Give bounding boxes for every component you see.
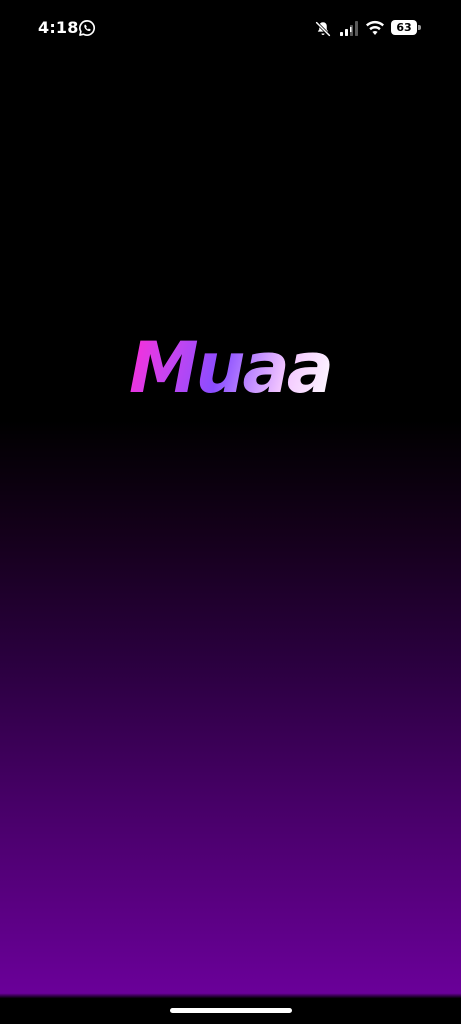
splash-screen: 4:18 63 Muaa [0, 0, 461, 1024]
whatsapp-icon [79, 20, 96, 36]
wifi-icon [366, 20, 384, 35]
signal-icon [340, 21, 358, 36]
mute-icon [315, 21, 331, 37]
app-logo-wordmark: Muaa [129, 327, 334, 409]
battery-icon: 63 [391, 20, 417, 35]
battery-cap [418, 25, 421, 30]
status-time: 4:18 [38, 18, 79, 37]
home-indicator[interactable] [170, 1008, 292, 1013]
app-logo: Muaa Muaa [0, 318, 461, 418]
status-bar: 4:18 63 [0, 0, 461, 56]
svg-text:Muaa: Muaa [129, 327, 331, 409]
